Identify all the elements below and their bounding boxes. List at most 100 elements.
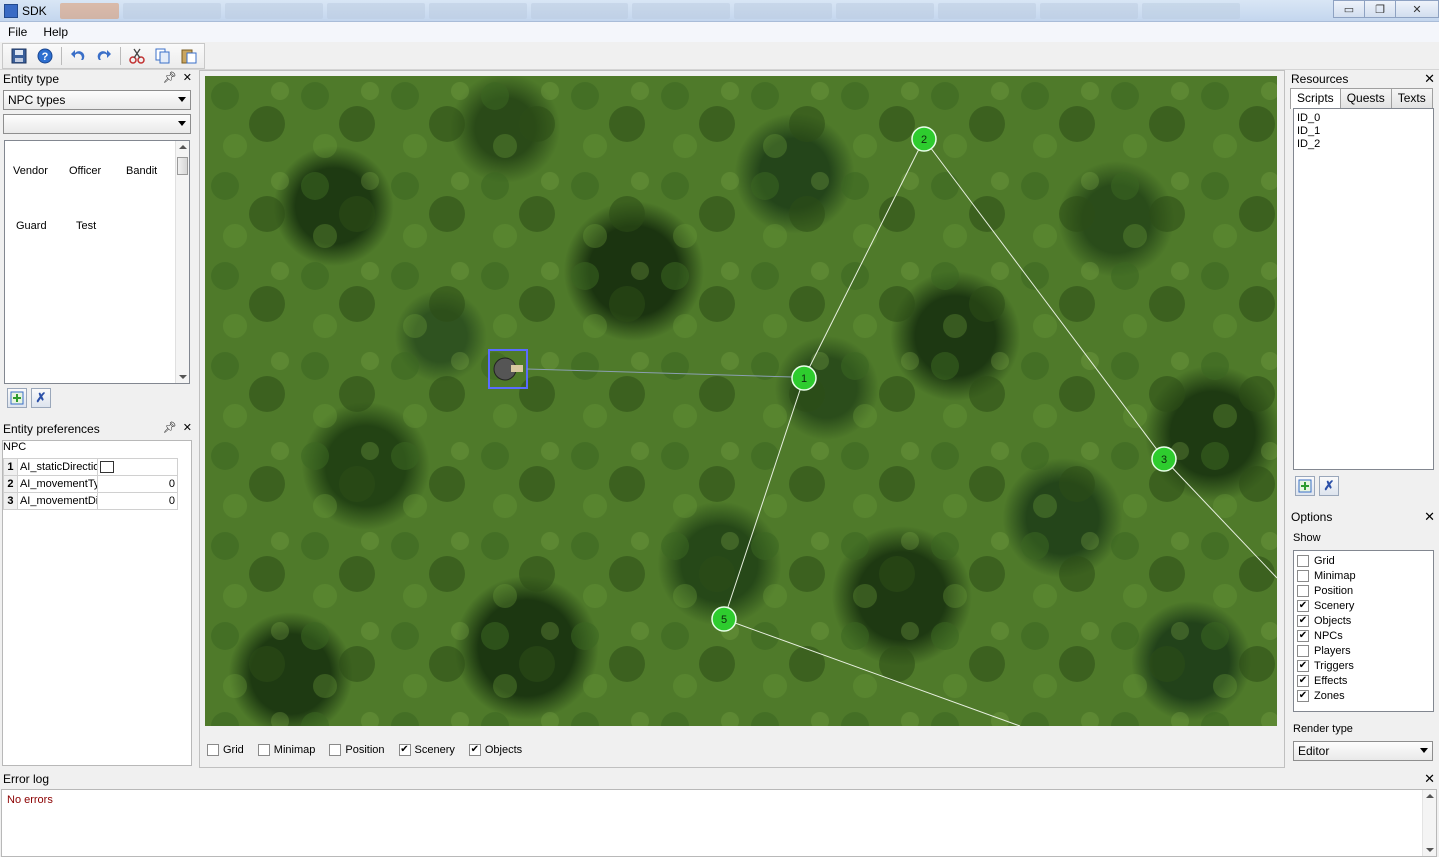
option-triggers[interactable]: ✔ Triggers <box>1297 658 1430 673</box>
copy-icon[interactable] <box>153 46 173 66</box>
close-window-button[interactable]: ✕ <box>1395 0 1439 18</box>
pin-icon[interactable]: 📌︎ <box>163 71 177 84</box>
checkbox-npcs[interactable]: ✔ <box>1297 629 1309 642</box>
checkbox-position[interactable] <box>1297 584 1309 597</box>
error-log-body: No errors <box>1 789 1437 857</box>
toolbar: ? <box>0 42 1439 70</box>
options-title: Options ✕ <box>1291 509 1435 525</box>
checkbox-grid[interactable] <box>207 744 219 756</box>
pref-value-cell[interactable]: 0 <box>96 492 179 510</box>
checkbox-minimap[interactable] <box>257 744 270 756</box>
option-zones[interactable]: ✔ Zones <box>1297 688 1430 703</box>
checkbox-grid[interactable] <box>1297 554 1309 567</box>
close-icon[interactable]: ✕ <box>1424 509 1435 525</box>
checkbox-position[interactable] <box>329 744 342 756</box>
option-minimap[interactable]: Minimap <box>1297 568 1430 583</box>
paste-icon[interactable] <box>179 46 199 66</box>
option-grid[interactable]: Grid <box>1297 553 1430 568</box>
list-item[interactable]: ID_0 <box>1297 112 1430 125</box>
map-toggle-minimap[interactable]: Minimap <box>257 744 315 756</box>
waypoint-5[interactable]: 5 <box>711 606 737 632</box>
option-players[interactable]: Players <box>1297 643 1430 658</box>
list-item[interactable]: ID_1 <box>1297 125 1430 138</box>
scroll-down-icon[interactable] <box>1426 848 1434 852</box>
list-item[interactable]: Test <box>76 220 96 232</box>
map-toggle-scenery[interactable]: ✔ Scenery <box>398 744 455 756</box>
list-item[interactable]: ID_2 <box>1297 138 1430 151</box>
restore-button[interactable]: ❐ <box>1364 0 1396 18</box>
map-toggle-objects[interactable]: ✔ Objects <box>468 744 522 756</box>
checkbox-objects[interactable]: ✔ <box>468 744 481 756</box>
map-toggle-position[interactable]: Position <box>329 744 385 756</box>
add-entity-button[interactable] <box>7 388 27 408</box>
waypoint-1[interactable]: 1 <box>791 365 817 391</box>
undo-icon[interactable] <box>68 46 88 66</box>
render-type-select[interactable]: Editor <box>1293 741 1433 761</box>
map-toggle-grid[interactable]: Grid <box>207 744 244 756</box>
list-item[interactable]: Guard <box>16 220 47 232</box>
close-icon[interactable]: ✕ <box>183 421 192 434</box>
show-label: Show <box>1293 532 1321 544</box>
close-icon[interactable]: ✕ <box>1424 71 1435 87</box>
log-scrollbar[interactable] <box>1422 790 1436 856</box>
tab-quests[interactable]: Quests <box>1339 88 1392 108</box>
scroll-thumb[interactable] <box>177 157 188 175</box>
list-item[interactable]: Vendor <box>13 165 48 177</box>
option-objects[interactable]: ✔ Objects <box>1297 613 1430 628</box>
pref-value-cell[interactable]: 0 <box>96 475 179 493</box>
delete-entity-button[interactable]: ✗ <box>31 388 51 408</box>
menu-file[interactable]: File <box>0 25 35 39</box>
delete-script-button[interactable]: ✗ <box>1319 476 1339 496</box>
scroll-up-icon[interactable] <box>1426 794 1434 798</box>
checkbox-scenery[interactable]: ✔ <box>1297 599 1309 612</box>
checkbox-objects[interactable]: ✔ <box>1297 614 1309 627</box>
entity-subtype-select[interactable] <box>3 114 191 134</box>
option-position[interactable]: Position <box>1297 583 1430 598</box>
checkbox-minimap[interactable] <box>1297 569 1309 582</box>
checkbox-scenery[interactable]: ✔ <box>398 744 411 756</box>
pref-value-cell[interactable] <box>96 458 179 476</box>
svg-text:?: ? <box>42 51 49 63</box>
minimize-button[interactable]: ▭ <box>1333 0 1365 18</box>
option-scenery[interactable]: ✔ Scenery <box>1297 598 1430 613</box>
scroll-down-icon[interactable] <box>179 375 187 379</box>
add-script-button[interactable] <box>1295 476 1315 496</box>
redo-icon[interactable] <box>94 46 114 66</box>
resources-title: Resources ✕ <box>1291 71 1435 87</box>
waypoint-2[interactable]: 2 <box>911 126 937 152</box>
option-effects[interactable]: ✔ Effects <box>1297 673 1430 688</box>
close-icon[interactable]: ✕ <box>1424 771 1435 787</box>
map-canvas[interactable]: 1 2 3 5 <box>205 76 1277 726</box>
cut-icon[interactable] <box>127 46 147 66</box>
list-item[interactable]: Officer <box>69 165 101 177</box>
preferences-table: 1 AI_staticDirection 2 AI_movementTy 0 3… <box>3 458 179 510</box>
chevron-down-icon <box>1420 748 1428 753</box>
list-scrollbar[interactable] <box>175 141 189 383</box>
help-icon[interactable]: ? <box>35 46 55 66</box>
option-label: Position <box>1314 584 1354 597</box>
list-item[interactable]: Bandit <box>126 165 157 177</box>
pin-icon[interactable]: 📌︎ <box>163 421 177 434</box>
npc-types-select[interactable]: NPC types <box>3 90 191 110</box>
scroll-up-icon[interactable] <box>179 145 187 149</box>
app-icon <box>4 4 18 18</box>
table-row: 3 AI_movementDi 0 <box>3 492 179 510</box>
close-icon[interactable]: ✕ <box>183 71 192 84</box>
tab-scripts[interactable]: Scripts <box>1290 88 1341 109</box>
scripts-list: ID_0 ID_1 ID_2 <box>1293 108 1434 470</box>
background-taskbar <box>60 3 1241 19</box>
option-label: Effects <box>1314 674 1348 687</box>
checkbox-players[interactable] <box>1297 644 1309 657</box>
save-icon[interactable] <box>9 46 29 66</box>
chevron-down-icon <box>178 121 186 126</box>
menu-help[interactable]: Help <box>35 25 76 39</box>
option-label: NPCs <box>1314 629 1343 642</box>
tab-texts[interactable]: Texts <box>1390 88 1433 108</box>
checkbox-effects[interactable]: ✔ <box>1297 674 1309 687</box>
show-options-list: Grid Minimap Position ✔ Scenery ✔ Objects ✔ NPCs… <box>1293 550 1434 712</box>
option-npcs[interactable]: ✔ NPCs <box>1297 628 1430 643</box>
waypoint-3[interactable]: 3 <box>1151 446 1177 472</box>
checkbox-zones[interactable]: ✔ <box>1297 689 1309 702</box>
text-cursor-box[interactable] <box>99 461 114 473</box>
checkbox-triggers[interactable]: ✔ <box>1297 659 1309 672</box>
